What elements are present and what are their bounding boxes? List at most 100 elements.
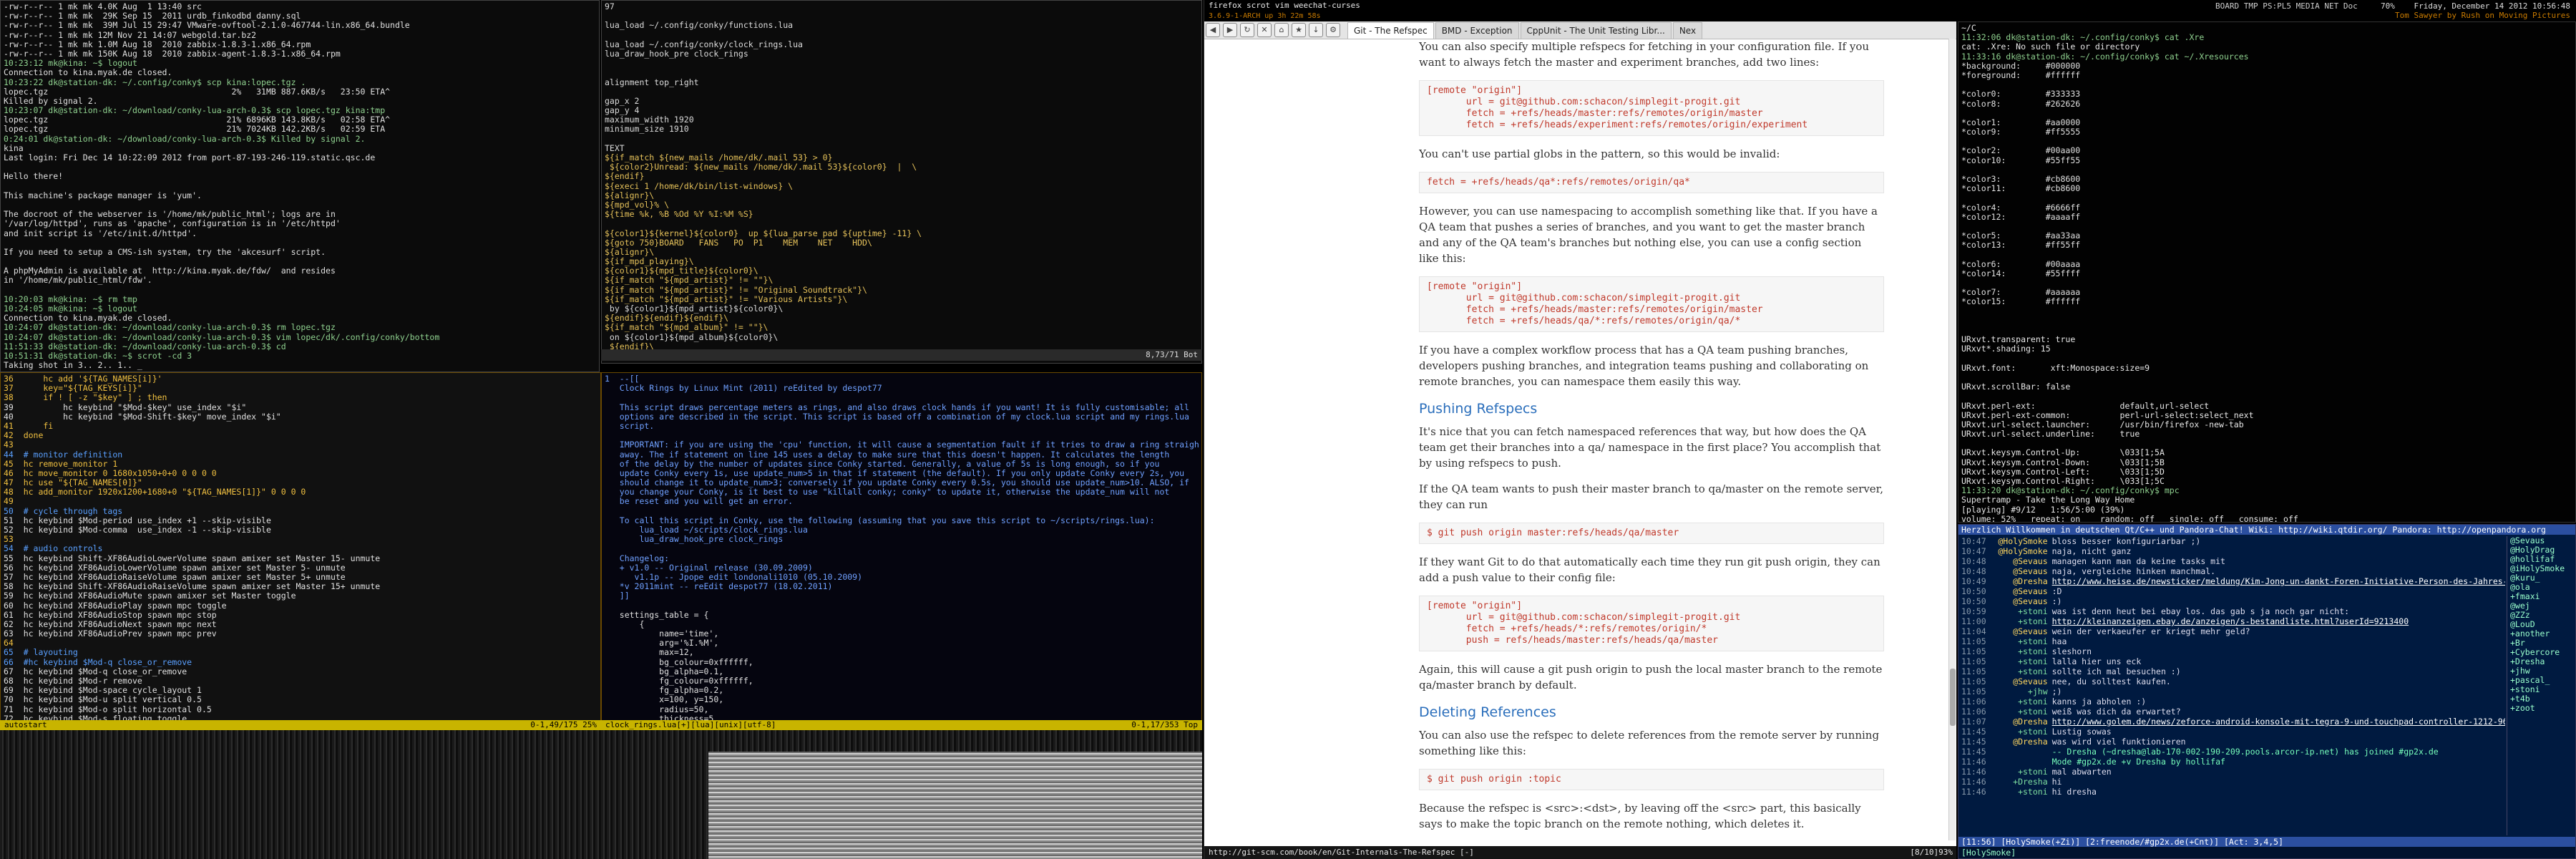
chat-message: 11:05 +stoni lalla hier uns eck — [1961, 656, 2505, 666]
chat-nick[interactable]: +jhw — [1991, 686, 2048, 697]
terminal-line: 63 hc keybind XF86AudioPrev spawn mpc pr… — [4, 629, 217, 639]
chat-nick[interactable]: +stoni — [1991, 616, 2048, 626]
browser-top-line: firefox scrot vim weechat-curses — [1204, 0, 1956, 11]
scrollbar-thumb[interactable] — [1950, 669, 1956, 726]
terminal-line: A phpMyAdmin is available at http://kina… — [4, 266, 336, 276]
tag-doc[interactable]: Doc — [2343, 1, 2358, 11]
terminal-line: ${alignr}\ — [605, 247, 655, 257]
terminal-top-left[interactable]: -rw-r--r-- 1 mk mk 4.0K Aug 1 13:40 src -… — [0, 0, 600, 372]
chat-text[interactable]: http://www.golem.de/news/zeforce-android… — [2052, 717, 2505, 727]
chat-text[interactable]: http://kleinanzeigen.ebay.de/anzeigen/s-… — [2052, 616, 2409, 626]
chat-text: ;) — [2051, 686, 2062, 697]
chat-nick[interactable]: @Sevaus — [1991, 596, 2047, 606]
chat-text: Lustig sowas — [2051, 727, 2112, 737]
tag-ps[interactable]: PS:PL5 — [2263, 1, 2291, 11]
chat-message: 11:05 +jhw;) — [1961, 686, 2505, 697]
chat-nick[interactable]: @Sevaus — [1991, 626, 2047, 636]
nick-list[interactable]: @Sevaus @HolyDrag @hollifaf @iHolySmoke @kur… — [2507, 536, 2575, 835]
chat-time: 11:45 — [1961, 727, 1986, 737]
chat-nick[interactable]: +stoni — [1991, 707, 2048, 717]
paragraph: If they want Git to do that automaticall… — [1419, 555, 1880, 584]
terminal-line: 11:33:20 dk@station-dk: ~/.config/conky$… — [1961, 486, 2180, 496]
terminal-line: 57 hc keybind XF86AudioRaiseVolume spawn… — [4, 572, 346, 582]
tools-icon[interactable]: ⚙ — [1326, 23, 1340, 37]
chat-nick[interactable]: +stoni — [1991, 666, 2048, 676]
tab-bmd-exception[interactable]: BMD - Exception — [1435, 21, 1519, 39]
paragraph: You can also use the refspec to delete r… — [1419, 729, 1880, 757]
tab-git-refspec[interactable]: Git - The Refspec — [1347, 21, 1434, 39]
chat-nick[interactable]: +stoni — [1991, 787, 2048, 797]
chat-nick[interactable]: @Sevaus — [1991, 566, 2047, 576]
tab-nex[interactable]: Nex — [1672, 21, 1703, 39]
terminal-line: alignment top_right — [605, 77, 699, 87]
terminal-line: *color8: #262626 — [1961, 99, 2081, 109]
chat-nick[interactable]: +stoni — [1991, 727, 2048, 737]
chat-nick[interactable]: +stoni — [1991, 697, 2048, 707]
chat-nick[interactable]: @Sevaus — [1991, 586, 2047, 596]
back-icon[interactable]: ◀ — [1206, 23, 1220, 37]
tag-tmp[interactable]: TMP — [2244, 1, 2258, 11]
chat-nick[interactable]: +stoni — [1991, 636, 2048, 646]
terminal-line: bg_alpha=0.1, — [605, 666, 724, 676]
tag-board[interactable]: BOARD — [2215, 1, 2239, 11]
terminal-line: 10:24:07 dk@station-dk: ~/download/conky… — [4, 332, 440, 342]
chat-text: lalla hier uns eck — [2051, 656, 2142, 666]
paragraph: Because the refspec is <src>:<dst>, by l… — [1419, 802, 1861, 830]
chat-nick[interactable]: +stoni — [1991, 646, 2048, 656]
vim-clock-rings[interactable]: 1 --[[ Clock Rings by Linux Mint (2011) … — [601, 372, 1202, 730]
desktop-light-block — [708, 752, 1202, 859]
chat-nick[interactable]: @Sevaus — [1991, 556, 2047, 566]
chat-text: managen kann man da keine tasks mit — [2051, 556, 2225, 566]
terminal-line: *color13: #ff55ff — [1961, 241, 2081, 251]
chat-nick[interactable]: +stoni — [1991, 656, 2048, 666]
chat-message: 10:48 @Sevaus managen kann man da keine ta… — [1961, 556, 2505, 566]
status-filename: clock_rings.lua[+][lua][unix][utf-8] — [605, 720, 776, 729]
terminal-line: 49 — [4, 497, 14, 507]
download-icon[interactable]: ↓ — [1309, 23, 1323, 37]
tab-cppunit[interactable]: CppUnit - The Unit Testing Libr... — [1520, 21, 1672, 39]
chat-text[interactable]: http://www.heise.de/newsticker/meldung/K… — [2052, 576, 2505, 586]
chat-nick[interactable]: @Dresha — [1991, 576, 2047, 586]
terminal-line: ${if_match "${mpd_artist}" != "Various A… — [605, 294, 848, 304]
home-icon[interactable]: ⌂ — [1274, 23, 1289, 37]
stop-icon[interactable]: ✕ — [1257, 23, 1272, 37]
terminal-line: lua_load ~/scripts/clock_rings.lua — [605, 525, 808, 535]
chat-nick[interactable]: +Dresha — [1991, 777, 2047, 787]
chat-nick[interactable]: @Sevaus — [1991, 676, 2047, 686]
terminal-line: 11:32:06 dk@station-dk: ~/.config/conky$… — [1961, 33, 2205, 43]
chat-nick[interactable]: @HolySmoke — [1991, 536, 2047, 546]
chat-message: 11:05 +stoni haa — [1961, 636, 2505, 646]
tag-media[interactable]: MEDIA — [2296, 1, 2320, 11]
chat-time: 10:47 — [1961, 546, 1986, 556]
tag-net[interactable]: NET — [2324, 1, 2338, 11]
nick-item[interactable]: +zoot — [2510, 704, 2575, 713]
chat-nick[interactable]: @Dresha — [1991, 737, 2047, 747]
chat-time: 10:50 — [1961, 586, 1986, 596]
browser-scrollbar[interactable] — [1948, 39, 1956, 840]
chat-nick[interactable]: +stoni — [1991, 606, 2048, 616]
forward-icon[interactable]: ▶ — [1223, 23, 1237, 37]
vim-autostart[interactable]: 36 hc add '${TAG_NAMES[i]}' 37 key="${TAG… — [0, 372, 601, 730]
chat-input[interactable]: [HolySmoke] — [1958, 847, 2575, 858]
chat-message: 10:47 @HolySmoke bloss besser konfiguriarb… — [1961, 536, 2505, 546]
status-position: 8,73/71 Bot — [1146, 350, 1198, 359]
bookmark-icon[interactable]: ★ — [1292, 23, 1306, 37]
terminal-line: *color12: #aaaaff — [1961, 212, 2081, 222]
reload-icon[interactable]: ↻ — [1240, 23, 1254, 37]
code-block: [remote "origin"] url = git@github.com:s… — [1419, 276, 1884, 332]
chat-nick[interactable]: @HolySmoke — [1991, 546, 2047, 556]
vim-conkyrc[interactable]: 97 lua_load ~/.config/conky/functions.lua… — [601, 0, 1202, 364]
chat-nick[interactable]: @Dresha — [1991, 717, 2047, 727]
chat-log[interactable]: 10:47 @HolySmoke bloss besser konfiguriarb… — [1958, 536, 2508, 835]
chat-text: naja, nicht ganz — [2051, 546, 2132, 556]
terminal-right[interactable]: ~/C 11:32:06 dk@station-dk: ~/.config/con… — [1958, 21, 2576, 523]
chat-nick[interactable]: +stoni — [1991, 767, 2048, 777]
terminal-line: Clock Rings by Linux Mint (2011) reEdite… — [605, 384, 882, 394]
